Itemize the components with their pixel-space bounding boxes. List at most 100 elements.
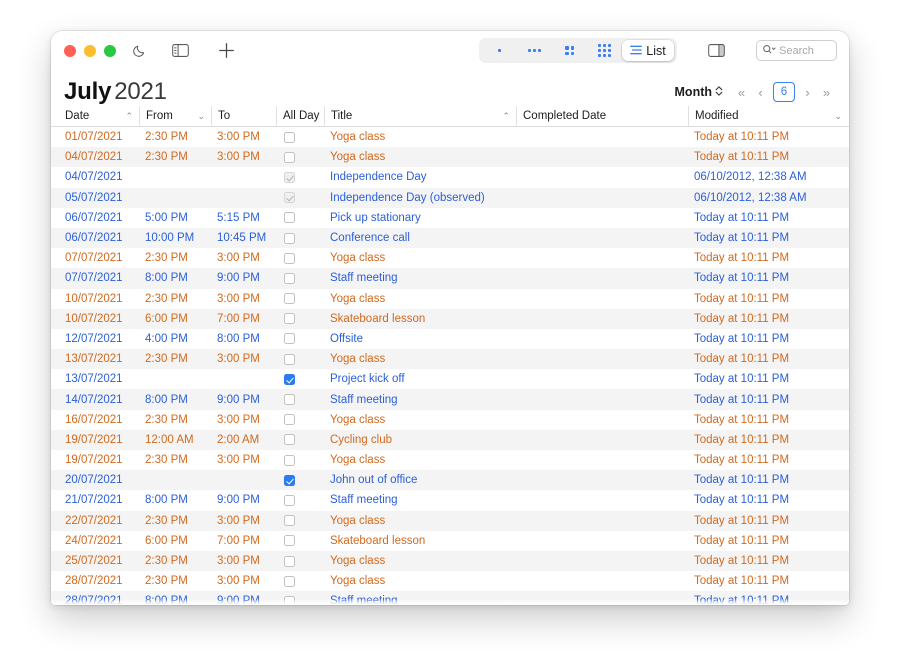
all-day-checkbox[interactable] — [284, 232, 295, 244]
zoom-window-button[interactable] — [104, 44, 116, 57]
all-day-checkbox[interactable] — [284, 131, 295, 143]
all-day-checkbox[interactable] — [284, 555, 295, 567]
column-header-title[interactable]: Title ⌃ — [324, 105, 516, 127]
all-day-checkbox[interactable] — [284, 212, 295, 224]
column-header-completed[interactable]: Completed Date — [516, 105, 688, 127]
cell-all-day[interactable] — [276, 575, 324, 587]
table-row[interactable]: 13/07/2021 2:30 PM 3:00 PM Yoga class Today … — [51, 349, 849, 370]
close-window-button[interactable] — [64, 44, 76, 57]
search-input[interactable]: Search — [756, 40, 837, 61]
year-view-button[interactable] — [587, 40, 622, 61]
table-row[interactable]: 24/07/2021 6:00 PM 7:00 PM Skateboard lesso… — [51, 531, 849, 551]
cell-all-day[interactable] — [276, 151, 324, 163]
view-switcher[interactable]: List — [479, 38, 677, 63]
table-row[interactable]: 01/07/2021 2:30 PM 3:00 PM Yoga class Today … — [51, 127, 849, 147]
all-day-checkbox[interactable] — [284, 595, 295, 605]
column-header-from[interactable]: From ⌄ — [139, 105, 211, 127]
cell-all-day[interactable] — [276, 555, 324, 567]
table-row[interactable]: 19/07/2021 12:00 AM 2:00 AM Cycling club Tod… — [51, 429, 849, 450]
all-day-checkbox[interactable] — [284, 171, 295, 183]
column-header-all_day[interactable]: All Day — [276, 105, 324, 127]
column-header-date[interactable]: Date ⌃ — [64, 106, 139, 127]
cell-all-day[interactable] — [276, 232, 324, 244]
cell-all-day[interactable] — [276, 535, 324, 547]
table-row[interactable]: 13/07/2021 Project kick off Today at 10:11… — [51, 369, 849, 389]
column-header-to[interactable]: To — [211, 105, 276, 127]
table-row[interactable]: 10/07/2021 6:00 PM 7:00 PM Skateboard lesso… — [51, 308, 849, 329]
table-row[interactable]: 12/07/2021 4:00 PM 8:00 PM Offsite Today at … — [51, 329, 849, 349]
cell-all-day[interactable] — [276, 333, 324, 345]
cell-all-day[interactable] — [276, 515, 324, 527]
all-day-checkbox[interactable] — [284, 151, 295, 163]
cell-all-day[interactable] — [276, 171, 324, 183]
all-day-checkbox[interactable] — [284, 192, 295, 204]
cell-all-day[interactable] — [276, 454, 324, 466]
all-day-checkbox[interactable] — [284, 293, 295, 305]
column-header-modified[interactable]: Modified ⌄ — [688, 105, 848, 127]
sidebar-toggle-icon[interactable] — [170, 42, 190, 60]
week-view-button[interactable] — [517, 40, 552, 61]
all-day-checkbox[interactable] — [284, 252, 295, 264]
all-day-checkbox[interactable] — [284, 394, 295, 406]
all-day-checkbox[interactable] — [284, 353, 295, 365]
all-day-checkbox[interactable] — [284, 373, 295, 385]
cell-all-day[interactable] — [276, 434, 324, 446]
cell-all-day[interactable] — [276, 595, 324, 605]
cell-all-day[interactable] — [276, 394, 324, 406]
table-row[interactable]: 28/07/2021 8:00 PM 9:00 PM Staff meeting Tod… — [51, 591, 849, 605]
all-day-checkbox[interactable] — [284, 494, 295, 506]
table-row[interactable]: 05/07/2021 Independence Day (observed) 06/… — [51, 187, 849, 208]
table-row[interactable]: 07/07/2021 8:00 PM 9:00 PM Staff meeting Tod… — [51, 268, 849, 289]
table-row[interactable]: 22/07/2021 2:30 PM 3:00 PM Yoga class Today … — [51, 510, 849, 531]
cell-all-day[interactable] — [276, 414, 324, 426]
table-row[interactable]: 04/07/2021 Independence Day 06/10/2012, 12… — [51, 167, 849, 187]
table-row[interactable]: 19/07/2021 2:30 PM 3:00 PM Yoga class Today … — [51, 450, 849, 470]
first-page-button[interactable]: « — [732, 83, 751, 102]
all-day-checkbox[interactable] — [284, 474, 295, 486]
cell-all-day[interactable] — [276, 252, 324, 264]
all-day-checkbox[interactable] — [284, 434, 295, 446]
table-row[interactable]: 06/07/2021 5:00 PM 5:15 PM Pick up stationa… — [51, 208, 849, 228]
cell-all-day[interactable] — [276, 474, 324, 486]
table-body[interactable]: 01/07/2021 2:30 PM 3:00 PM Yoga class Today … — [51, 127, 849, 605]
cell-all-day[interactable] — [276, 494, 324, 506]
all-day-checkbox[interactable] — [284, 313, 295, 325]
today-button[interactable]: 6 — [773, 82, 795, 102]
last-page-button[interactable]: » — [817, 83, 836, 102]
plus-icon[interactable] — [216, 41, 236, 61]
table-row[interactable]: 06/07/2021 10:00 PM 10:45 PM Conference cal… — [51, 227, 849, 249]
moon-icon[interactable] — [130, 42, 148, 60]
table-row[interactable]: 10/07/2021 2:30 PM 3:00 PM Yoga class Today … — [51, 289, 849, 309]
cell-all-day[interactable] — [276, 313, 324, 325]
cell-all-day[interactable] — [276, 192, 324, 204]
month-view-button[interactable] — [552, 40, 587, 61]
table-row[interactable]: 16/07/2021 2:30 PM 3:00 PM Yoga class Today … — [51, 410, 849, 430]
table-row[interactable]: 14/07/2021 8:00 PM 9:00 PM Staff meeting Tod… — [51, 389, 849, 410]
cell-all-day[interactable] — [276, 293, 324, 305]
day-view-button[interactable] — [482, 40, 517, 61]
table-row[interactable]: 04/07/2021 2:30 PM 3:00 PM Yoga class Today … — [51, 147, 849, 168]
table-row[interactable]: 28/07/2021 2:30 PM 3:00 PM Yoga class Today … — [51, 571, 849, 591]
all-day-checkbox[interactable] — [284, 535, 295, 547]
all-day-checkbox[interactable] — [284, 515, 295, 527]
table-row[interactable]: 25/07/2021 2:30 PM 3:00 PM Yoga class Today … — [51, 550, 849, 572]
list-view-button[interactable]: List — [622, 40, 674, 61]
all-day-checkbox[interactable] — [284, 414, 295, 426]
cell-all-day[interactable] — [276, 373, 324, 385]
inspector-toggle-icon[interactable] — [706, 42, 726, 60]
all-day-checkbox[interactable] — [284, 333, 295, 345]
table-row[interactable]: 20/07/2021 John out of office Today at 10:… — [51, 470, 849, 491]
cell-all-day[interactable] — [276, 272, 324, 284]
previous-page-button[interactable]: ‹ — [751, 83, 770, 102]
cell-all-day[interactable] — [276, 131, 324, 143]
table-row[interactable]: 21/07/2021 8:00 PM 9:00 PM Staff meeting Tod… — [51, 490, 849, 510]
next-page-button[interactable]: › — [798, 83, 817, 102]
all-day-checkbox[interactable] — [284, 272, 295, 284]
all-day-checkbox[interactable] — [284, 454, 295, 466]
table-row[interactable]: 07/07/2021 2:30 PM 3:00 PM Yoga class Today … — [51, 248, 849, 268]
cell-all-day[interactable] — [276, 353, 324, 365]
minimize-window-button[interactable] — [84, 44, 96, 57]
scope-select[interactable]: Month — [675, 85, 723, 100]
all-day-checkbox[interactable] — [284, 575, 295, 587]
cell-all-day[interactable] — [276, 212, 324, 224]
